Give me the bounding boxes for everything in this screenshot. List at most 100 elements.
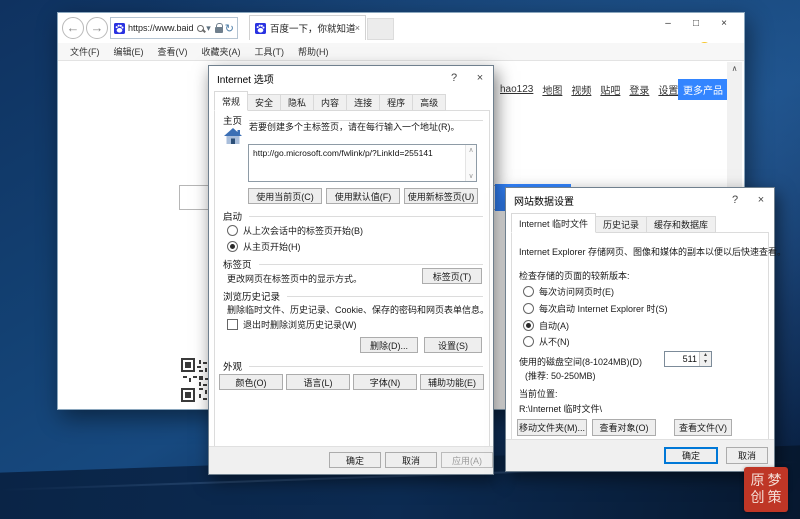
menu-favorites[interactable]: 收藏夹(A) (195, 45, 248, 58)
seal-char: 策 (767, 489, 782, 506)
radio-label: 从上次会话中的标签页开始(B) (243, 226, 363, 236)
tab-security[interactable]: 安全 (247, 94, 282, 111)
maximize-button[interactable]: □ (686, 16, 706, 32)
tab-privacy[interactable]: 隐私 (280, 94, 315, 111)
help-icon[interactable]: ? (722, 191, 748, 209)
radio-icon-selected[interactable] (227, 241, 238, 252)
tab-caches-databases[interactable]: 缓存和数据库 (646, 216, 717, 233)
scroll-up-icon[interactable]: ∧ (727, 62, 742, 76)
spin-down-icon[interactable]: ▾ (700, 359, 711, 366)
settings-button[interactable]: 设置(S) (424, 337, 482, 353)
forward-icon: → (90, 20, 104, 35)
cancel-button[interactable]: 取消 (385, 452, 437, 468)
link-video[interactable]: 视频 (571, 82, 591, 97)
close-icon[interactable]: × (467, 69, 493, 87)
website-data-titlebar[interactable]: 网站数据设置 ? × (506, 188, 774, 212)
seal-char: 原 (750, 472, 765, 489)
move-folder-button[interactable]: 移动文件夹(M)... (517, 419, 587, 436)
tab-content[interactable]: 内容 (313, 94, 348, 111)
link-map[interactable]: 地图 (542, 82, 562, 97)
radio-icon[interactable] (523, 336, 534, 347)
tab-programs[interactable]: 程序 (379, 94, 414, 111)
cancel-button[interactable]: 取消 (726, 447, 768, 464)
menu-edit[interactable]: 编辑(E) (107, 45, 151, 58)
more-products-button[interactable]: 更多产品 (678, 79, 728, 100)
desktop: ← → https://www.baidu.com/?tn=8003516 ▾ … (0, 0, 800, 519)
startup-option-homepage[interactable]: 从主页开始(H) (227, 240, 301, 253)
menu-tools[interactable]: 工具(T) (248, 45, 292, 58)
ok-button[interactable]: 确定 (664, 447, 718, 464)
internet-options-dialog: Internet 选项 ? × 常规 安全 隐私 内容 连接 程序 高级 主页 … (208, 65, 494, 475)
tab-advanced[interactable]: 高级 (412, 94, 447, 111)
radio-icon-selected[interactable] (523, 320, 534, 331)
dialog-title: 网站数据设置 (514, 196, 574, 208)
radio-icon[interactable] (523, 303, 534, 314)
option-automatic[interactable]: 自动(A) (523, 319, 569, 332)
menu-file[interactable]: 文件(F) (63, 45, 107, 58)
forward-button[interactable]: → (86, 17, 108, 39)
view-files-button[interactable]: 查看文件(V) (674, 419, 732, 436)
back-button[interactable]: ← (62, 17, 84, 39)
website-data-footer: 确定 取消 (506, 439, 774, 471)
close-button[interactable]: × (714, 16, 734, 32)
startup-option-last-session[interactable]: 从上次会话中的标签页开始(B) (227, 224, 363, 237)
delete-button[interactable]: 删除(D)... (360, 337, 418, 353)
use-current-button[interactable]: 使用当前页(C) (248, 188, 322, 204)
tabs-button[interactable]: 标签页(T) (422, 268, 482, 284)
use-default-button[interactable]: 使用默认值(F) (326, 188, 400, 204)
tab-connections[interactable]: 连接 (346, 94, 381, 111)
delete-on-exit-option[interactable]: 退出时删除浏览历史记录(W) (227, 318, 357, 331)
help-icon[interactable]: ? (441, 69, 467, 87)
checkbox-icon[interactable] (227, 319, 238, 330)
option-never[interactable]: 从不(N) (523, 335, 570, 348)
link-login[interactable]: 登录 (629, 82, 649, 97)
ok-button[interactable]: 确定 (329, 452, 381, 468)
homepage-url-field[interactable]: http://go.microsoft.com/fwlink/p/?LinkId… (248, 144, 477, 182)
spin-up-icon[interactable]: ▴ (700, 352, 711, 359)
radio-icon[interactable] (523, 286, 534, 297)
disk-space-value[interactable]: 511 (683, 354, 697, 364)
tab-close-icon[interactable]: × (355, 23, 360, 33)
fonts-button[interactable]: 字体(N) (353, 374, 417, 390)
tab-temp-files[interactable]: Internet 临时文件 (511, 213, 597, 233)
address-bar[interactable]: https://www.baidu.com/?tn=8003516 ▾ ↻ (110, 17, 238, 39)
link-tieba[interactable]: 贴吧 (600, 82, 620, 97)
watermark-seal: 原 创 梦 策 (744, 467, 788, 512)
accessibility-button[interactable]: 辅助功能(E) (420, 374, 484, 390)
menu-help[interactable]: 帮助(H) (291, 45, 336, 58)
baidu-nav-links: hao123 地图 视频 贴吧 登录 设置 (500, 82, 678, 97)
colors-button[interactable]: 颜色(O) (219, 374, 283, 390)
tab-history[interactable]: 历史记录 (595, 216, 648, 233)
apply-button: 应用(A) (441, 452, 493, 468)
current-location-label: 当前位置: (519, 389, 558, 399)
description-text: Internet Explorer 存储网页、图像和媒体的副本以便以后快速查看。 (519, 247, 787, 257)
radio-icon[interactable] (227, 225, 238, 236)
spinner-buttons[interactable]: ▴ ▾ (699, 352, 711, 366)
scroll-up-icon[interactable]: ∧ (466, 146, 476, 154)
option-every-start[interactable]: 每次启动 Internet Explorer 时(S) (523, 302, 668, 315)
minimize-button[interactable]: – (658, 16, 678, 32)
link-hao123[interactable]: hao123 (500, 84, 533, 95)
refresh-icon[interactable]: ↻ (225, 22, 234, 35)
check-newer-label: 检查存储的页面的较新版本: (519, 271, 630, 281)
radio-label: 每次启动 Internet Explorer 时(S) (539, 304, 668, 314)
tab-general[interactable]: 常规 (214, 91, 249, 111)
option-every-visit[interactable]: 每次访问网页时(E) (523, 285, 614, 298)
internet-options-titlebar[interactable]: Internet 选项 ? × (209, 66, 493, 90)
disk-space-hint: (推荐: 50-250MB) (525, 371, 596, 381)
menu-view[interactable]: 查看(V) (151, 45, 195, 58)
current-location-path: R:\Internet 临时文件\ (519, 404, 603, 414)
languages-button[interactable]: 语言(L) (286, 374, 350, 390)
use-newtab-button[interactable]: 使用新标签页(U) (404, 188, 478, 204)
textarea-scrollbar[interactable]: ∧ ∨ (465, 145, 476, 181)
chevron-down-icon[interactable]: ▾ (206, 23, 211, 34)
search-icon[interactable] (197, 24, 205, 32)
group-label: 主页 (223, 116, 243, 127)
browser-tab[interactable]: 百度一下，你就知道 × (249, 15, 366, 40)
view-objects-button[interactable]: 查看对象(O) (592, 419, 656, 436)
new-tab-stub[interactable] (367, 18, 394, 40)
close-icon[interactable]: × (748, 191, 774, 209)
scroll-down-icon[interactable]: ∨ (466, 172, 476, 180)
disk-space-spinner[interactable]: 511 ▴ ▾ (664, 351, 712, 367)
link-settings[interactable]: 设置 (658, 82, 678, 97)
